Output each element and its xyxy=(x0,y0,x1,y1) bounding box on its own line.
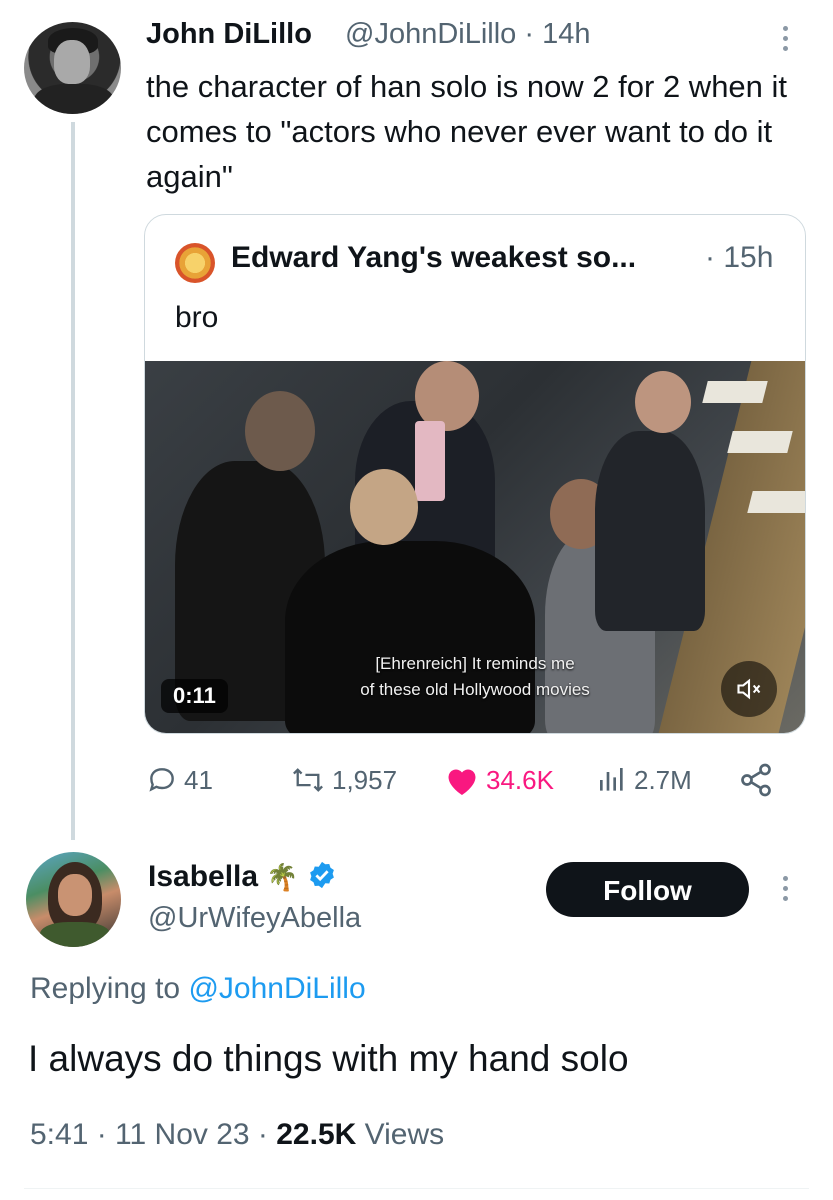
views-count: 2.7M xyxy=(634,764,692,795)
isabella-avatar[interactable] xyxy=(26,852,121,947)
subtitle-line: [Ehrenreich] It reminds me xyxy=(375,654,575,673)
divider xyxy=(24,1188,809,1189)
more-options-icon[interactable] xyxy=(783,26,789,56)
follow-button[interactable]: Follow xyxy=(546,862,749,917)
replying-to-line: Replying to @JohnDiLillo xyxy=(30,972,366,1006)
subtitle-line: of these old Hollywood movies xyxy=(360,680,590,699)
reply-author-handle[interactable]: @UrWifeyAbella xyxy=(148,902,361,935)
mute-toggle-button[interactable] xyxy=(721,661,777,717)
parent-handle-time[interactable]: @JohnDiLillo · 14h xyxy=(345,18,590,51)
quoted-author-name[interactable]: Edward Yang's weakest so... xyxy=(231,241,636,275)
quoted-tweet-card[interactable]: Edward Yang's weakest so... · 15h bro 0:… xyxy=(144,214,806,734)
analytics-bars-icon xyxy=(600,768,623,791)
quoted-tweet-text: bro xyxy=(175,301,219,334)
person-figure xyxy=(595,431,705,631)
views-action[interactable]: 2.7M xyxy=(596,760,692,800)
like-count: 34.6K xyxy=(486,764,554,795)
person-head xyxy=(635,371,691,433)
parent-tweet-text: the character of han solo is now 2 for 2… xyxy=(146,69,788,194)
replying-to-handle-link[interactable]: @JohnDiLillo xyxy=(188,972,365,1005)
heart-icon xyxy=(448,769,476,795)
views-label: Views xyxy=(364,1118,445,1151)
person-head xyxy=(245,391,315,471)
reply-author-name-row[interactable]: Isabella 🌴 xyxy=(148,860,337,894)
more-options-icon[interactable] xyxy=(783,876,789,906)
john-dilillo-avatar[interactable] xyxy=(24,22,121,114)
tweet-view-count: 22.5K xyxy=(276,1118,357,1151)
reply-count: 41 xyxy=(184,764,213,795)
tweet-meta-line: 5:41 · 11 Nov 23 · 22.5K Views xyxy=(30,1118,444,1152)
person-head xyxy=(350,469,418,545)
repost-count: 1,957 xyxy=(332,764,398,795)
share-icon xyxy=(741,763,771,797)
reply-tweet-text: I always do things with my hand solo xyxy=(28,1038,629,1079)
desk-paper xyxy=(727,431,793,453)
reply-bubble-icon xyxy=(149,768,174,792)
quoted-author-avatar[interactable] xyxy=(175,243,215,283)
quoted-tweet-time: · 15h xyxy=(705,241,774,274)
share-action[interactable] xyxy=(738,760,780,800)
avatar-body xyxy=(34,84,114,114)
avatar-face xyxy=(58,874,92,916)
pink-shirt xyxy=(415,421,445,501)
verified-badge-icon[interactable] xyxy=(307,860,337,890)
thread-connector-line xyxy=(71,122,75,840)
tweet-timestamp[interactable]: 5:41 · 11 Nov 23 · xyxy=(30,1118,268,1151)
replying-prefix: Replying to xyxy=(30,972,181,1005)
repost-action[interactable]: 1,957 xyxy=(290,760,397,800)
reply-action[interactable]: 41 xyxy=(146,760,213,800)
reply-author-name[interactable]: Isabella xyxy=(148,860,258,893)
muted-speaker-icon xyxy=(737,678,761,700)
video-player[interactable]: 0:11 [Ehrenreich] It reminds me of these… xyxy=(145,361,805,733)
avatar-face xyxy=(54,40,90,84)
repost-icon xyxy=(293,768,323,792)
person-figure xyxy=(285,541,535,733)
desk-paper xyxy=(747,491,805,513)
like-action[interactable]: 34.6K xyxy=(444,760,554,800)
video-subtitles: [Ehrenreich] It reminds me of these old … xyxy=(325,651,625,703)
parent-author-name[interactable]: John DiLillo xyxy=(146,18,312,51)
desk-paper xyxy=(702,381,768,403)
palm-tree-emoji: 🌴 xyxy=(266,862,299,892)
avatar-body xyxy=(40,922,110,947)
video-duration: 0:11 xyxy=(161,679,228,713)
